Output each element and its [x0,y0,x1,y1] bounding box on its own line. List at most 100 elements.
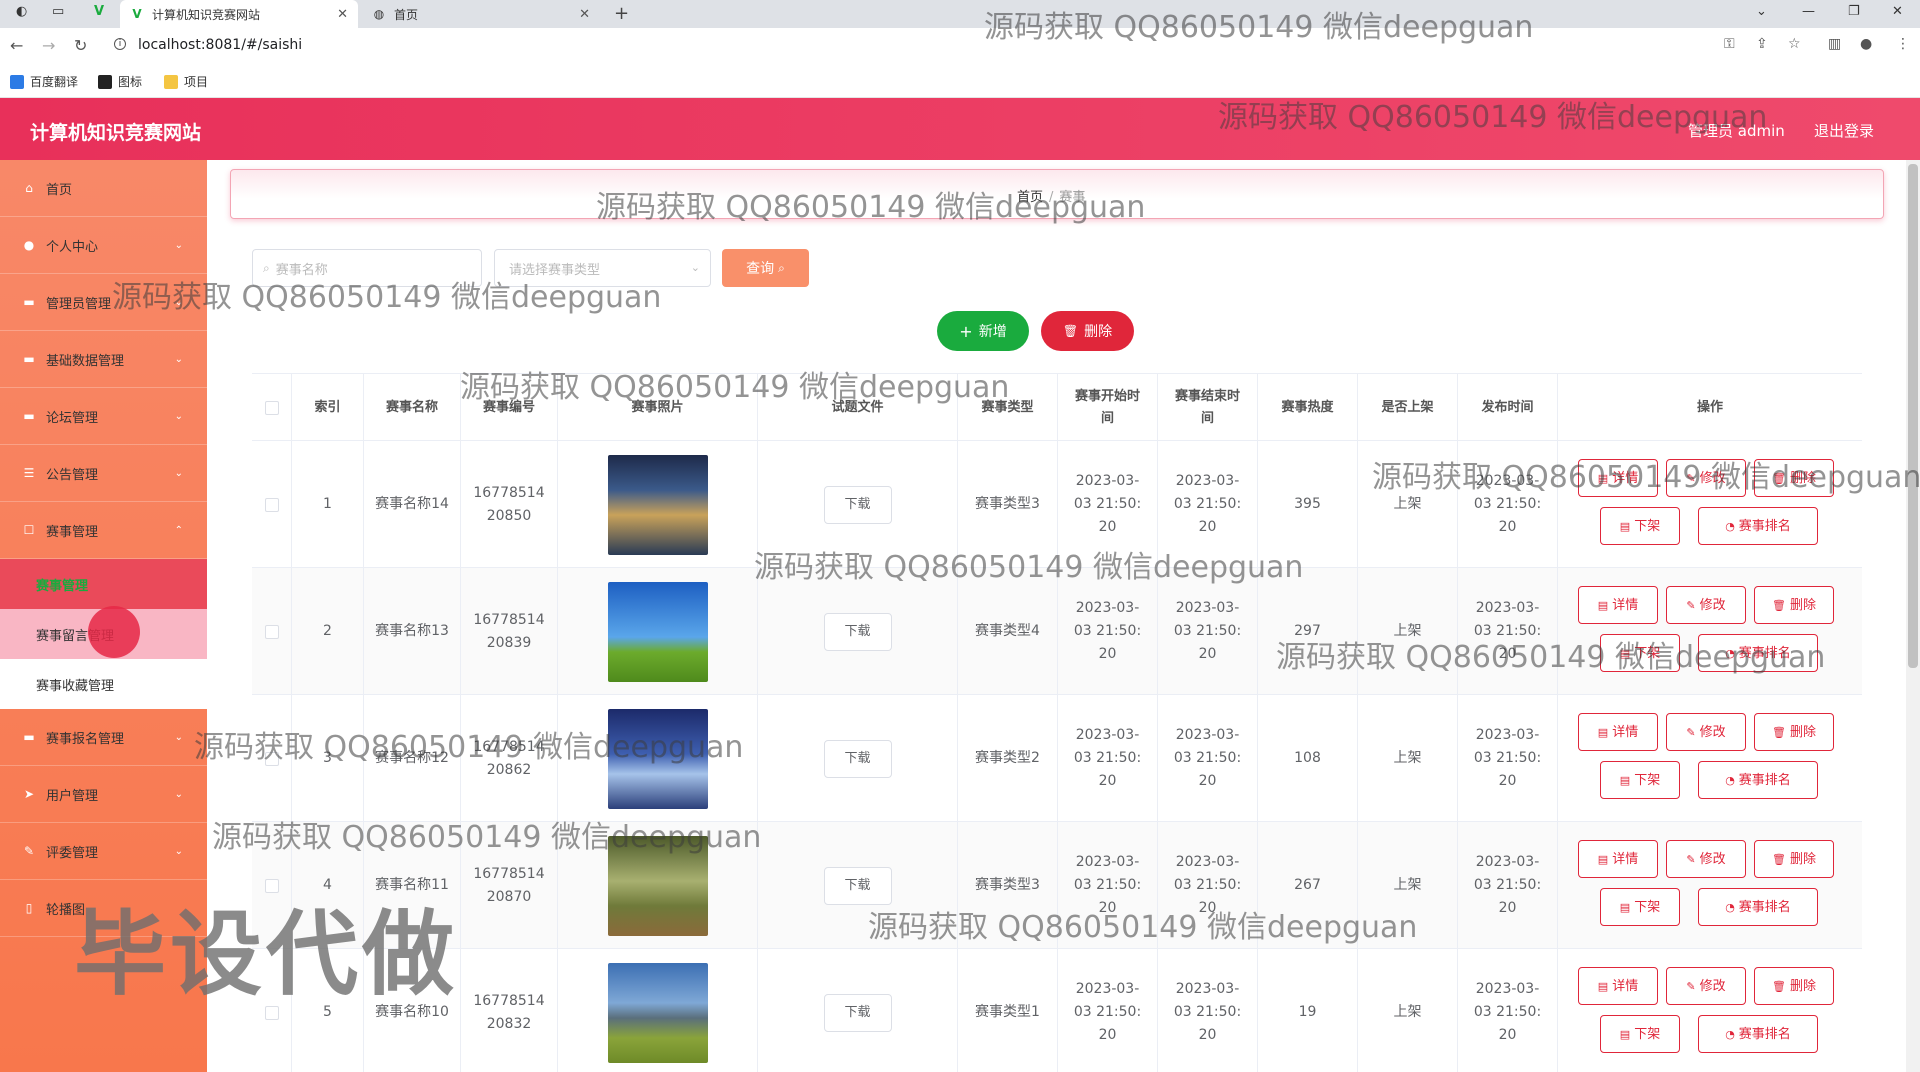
delete-button[interactable]: 🗑 删除 [1754,840,1834,878]
restore-icon[interactable]: ❐ [1848,4,1860,19]
star-icon[interactable]: ☆ [1788,36,1801,52]
data-icon: ▬ [23,352,35,366]
site-info-icon[interactable]: i [114,38,126,50]
close-tab-icon[interactable]: ✕ [579,7,590,22]
sidebar-item-forum[interactable]: ▬ 论坛管理 ⌄ [0,388,207,445]
sidebar-item-admin[interactable]: ▬ 管理员管理 ⌄ [0,274,207,331]
download-button[interactable]: 下载 [823,612,892,651]
reload-icon[interactable]: ↻ [74,36,87,55]
browser-menu-icon[interactable]: ◐ [16,4,27,19]
offshelf-button[interactable]: ▤ 下架 [1600,888,1680,926]
edit-button[interactable]: ✎ 修改 [1666,840,1746,878]
offshelf-button[interactable]: ▤ 下架 [1600,1015,1680,1053]
rank-button[interactable]: ◔ 赛事排名 [1698,507,1818,545]
add-label: 新增 [978,324,1007,340]
new-tab-icon[interactable]: + [614,3,629,24]
scrollbar-thumb[interactable] [1908,164,1918,668]
key-icon[interactable]: ⚿ [1724,36,1735,52]
download-button[interactable]: 下载 [823,866,892,905]
rank-button[interactable]: ◔ 赛事排名 [1698,888,1818,926]
cell-index: 3 [292,695,364,822]
select-all-checkbox[interactable] [264,401,279,415]
contest-photo [607,962,708,1063]
sidepanel-icon[interactable]: ▥ [1828,36,1841,52]
contest-type-select[interactable]: 请选择赛事类型 ⌄ [494,249,711,287]
more-icon[interactable]: ⋮ [1896,36,1910,52]
edit-button[interactable]: ✎ 修改 [1666,586,1746,624]
edit-button[interactable]: ✎ 修改 [1666,967,1746,1005]
download-button[interactable]: 下载 [823,485,892,524]
bookmark-baidu-translate[interactable]: 百度翻译 [10,73,78,90]
tab-home[interactable]: ◍ 首页 ✕ [362,0,600,28]
file-icon: ▤ [1619,900,1631,914]
delete-button[interactable]: 🗑 删除 [1754,967,1834,1005]
sidebar-item-notice[interactable]: ☰ 公告管理 ⌄ [0,445,207,502]
submenu-contest[interactable]: 赛事管理 [0,559,207,609]
back-icon[interactable]: ← [10,36,23,55]
bookmark-project[interactable]: 项目 [164,73,208,90]
offshelf-button[interactable]: ▤ 下架 [1600,634,1680,672]
col-shelf: 是否上架 [1358,374,1458,442]
delete-button[interactable]: 🗑 删除 [1754,713,1834,751]
submenu-contest-favorite[interactable]: 赛事收藏管理 [0,659,207,709]
col-code: 赛事编号 [461,374,558,442]
pinned-tab-icon[interactable]: ▭ [52,4,64,19]
sidebar-item-contest[interactable]: ☐ 赛事管理 ⌃ [0,502,207,559]
delete-button[interactable]: 🗑 删除 [1754,459,1834,497]
sidebar-item-basedata[interactable]: ▬ 基础数据管理 ⌄ [0,331,207,388]
profile-icon[interactable]: ● [1860,36,1872,52]
detail-button[interactable]: ▤ 详情 [1578,713,1658,751]
bookmark-icons[interactable]: 图标 [98,73,142,90]
logout-link[interactable]: 退出登录 [1814,120,1874,141]
rank-button[interactable]: ◔ 赛事排名 [1698,634,1818,672]
tab-title: 计算机知识竞赛网站 [152,7,261,22]
rank-button[interactable]: ◔ 赛事排名 [1698,761,1818,799]
col-operations: 操作 [1696,400,1723,415]
add-button[interactable]: + 新增 [937,311,1029,351]
contest-name-search-input[interactable]: ⌕ 赛事名称 [252,249,482,287]
sidebar-item-home[interactable]: ⌂ 首页 [0,160,207,217]
detail-button[interactable]: ▤ 详情 [1578,840,1658,878]
vue-tab-icon[interactable]: V [94,4,104,19]
users-icon: ➤ [23,787,35,801]
share-icon[interactable]: ⇪ [1756,36,1768,52]
query-button[interactable]: 查询 ⌕ [722,249,809,287]
row-checkbox[interactable] [264,497,279,512]
minimize-icon[interactable]: — [1802,4,1815,19]
cell-text: 赛事名称14 [375,496,449,512]
edit-button[interactable]: ✎ 修改 [1666,713,1746,751]
forward-icon[interactable]: → [42,36,55,55]
chevron-up-icon: ⌃ [174,524,183,536]
detail-button[interactable]: ▤ 详情 [1578,967,1658,1005]
detail-button[interactable]: ▤ 详情 [1578,459,1658,497]
batch-delete-button[interactable]: 🗑 删除 [1041,311,1134,351]
detail-button[interactable]: ▤ 详情 [1578,586,1658,624]
breadcrumb-home[interactable]: 首页 [1017,190,1043,205]
offshelf-button[interactable]: ▤ 下架 [1600,507,1680,545]
row-checkbox[interactable] [264,624,279,639]
rank-button[interactable]: ◔ 赛事排名 [1698,1015,1818,1053]
tab-contest-site[interactable]: V 计算机知识竞赛网站 ✕ [120,0,358,28]
sidebar-item-signup[interactable]: ▬ 赛事报名管理 ⌄ [0,709,207,766]
cell-text: 赛事类型4 [975,623,1040,639]
cell-shelf: 上架 [1358,568,1458,695]
cell-end: 2023-03-03 21:50:20 [1158,441,1258,568]
app-header: 计算机知识竞赛网站 管理员 admin 退出登录 [0,98,1920,160]
sidebar-item-personal[interactable]: ● 个人中心 ⌄ [0,217,207,274]
cell-code: 1677851420870 [461,822,558,949]
url-text[interactable]: localhost:8081/#/saishi [138,37,302,53]
op-label: 详情 [1612,724,1639,740]
cell-name: 赛事名称12 [364,695,461,822]
download-button[interactable]: 下载 [823,993,892,1032]
sidebar-item-users[interactable]: ➤ 用户管理 ⌄ [0,766,207,823]
close-window-icon[interactable]: ✕ [1892,4,1903,19]
row-checkbox[interactable] [264,751,279,766]
sidebar-item-judge[interactable]: ✎ 评委管理 ⌄ [0,823,207,880]
close-tab-icon[interactable]: ✕ [337,7,348,22]
chevron-down-icon[interactable]: ⌄ [1756,4,1767,19]
delete-button[interactable]: 🗑 删除 [1754,586,1834,624]
cell-text: 1677851420862 [473,738,545,778]
edit-button[interactable]: ✎ 修改 [1666,459,1746,497]
download-button[interactable]: 下载 [823,739,892,778]
offshelf-button[interactable]: ▤ 下架 [1600,761,1680,799]
